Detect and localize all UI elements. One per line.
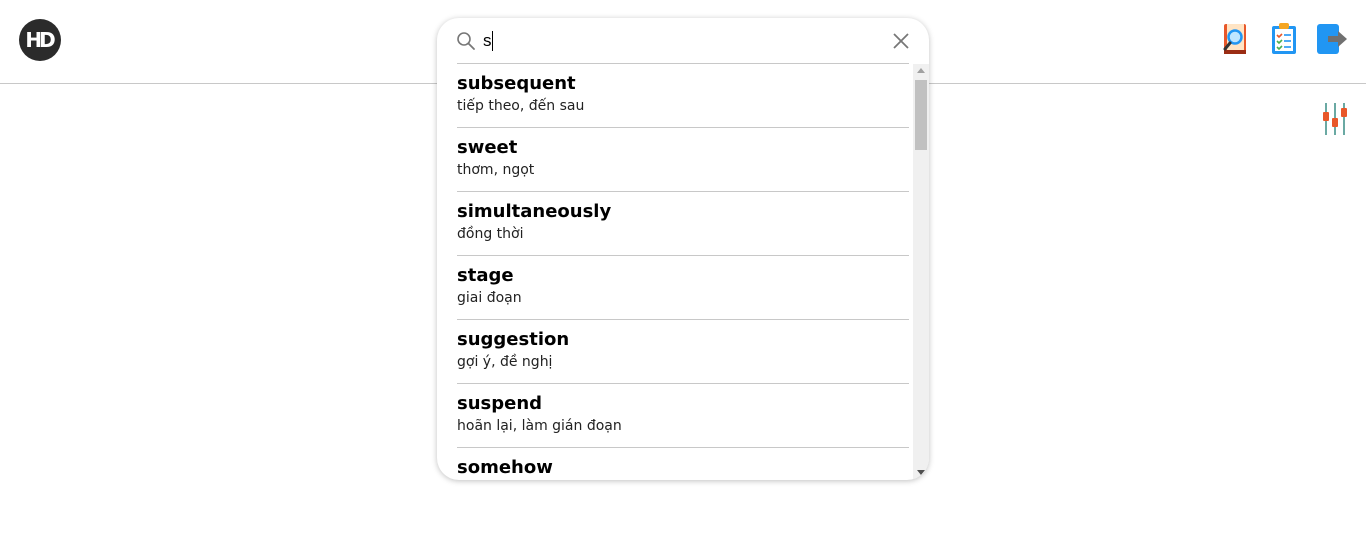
search-icon <box>457 32 475 50</box>
sliders-filter-icon[interactable] <box>1322 102 1348 136</box>
scrollbar[interactable] <box>913 64 929 480</box>
header-actions <box>1220 22 1348 56</box>
list-item[interactable]: suspend hoãn lại, làm gián đoạn <box>437 384 929 448</box>
result-meaning: gợi ý, đề nghị <box>457 354 553 370</box>
result-word: somehow <box>457 457 553 478</box>
list-item[interactable]: simultaneously đồng thời <box>437 192 929 256</box>
logout-icon[interactable] <box>1316 22 1348 56</box>
results-list: subsequent tiếp theo, đến sau sweet thơm… <box>437 64 929 480</box>
list-item[interactable]: somehow <box>437 448 929 480</box>
result-word: sweet <box>457 137 518 158</box>
close-icon[interactable] <box>891 31 911 51</box>
logo-text: HD <box>25 28 55 52</box>
result-meaning: đồng thời <box>457 226 524 242</box>
result-meaning: giai đoạn <box>457 290 522 306</box>
result-meaning: thơm, ngọt <box>457 162 535 178</box>
result-word: simultaneously <box>457 201 612 222</box>
result-word: suspend <box>457 393 543 414</box>
list-item[interactable]: sweet thơm, ngọt <box>437 128 929 192</box>
logo[interactable]: HD <box>19 19 61 61</box>
dictionary-search-icon[interactable] <box>1220 22 1252 56</box>
search-input[interactable] <box>483 28 883 54</box>
list-item[interactable]: subsequent tiếp theo, đến sau <box>437 64 929 128</box>
clipboard-checklist-icon[interactable] <box>1268 22 1300 56</box>
result-meaning: tiếp theo, đến sau <box>457 98 585 114</box>
text-caret <box>492 31 493 51</box>
list-item[interactable]: stage giai đoạn <box>437 256 929 320</box>
scroll-thumb[interactable] <box>915 80 927 150</box>
result-meaning: hoãn lại, làm gián đoạn <box>457 418 622 434</box>
search-panel: subsequent tiếp theo, đến sau sweet thơm… <box>437 18 929 480</box>
result-word: subsequent <box>457 73 576 94</box>
list-item[interactable]: suggestion gợi ý, đề nghị <box>437 320 929 384</box>
search-bar <box>437 18 929 64</box>
scroll-up-arrow-icon[interactable] <box>917 68 925 73</box>
result-word: suggestion <box>457 329 570 350</box>
scroll-down-arrow-icon[interactable] <box>917 470 925 475</box>
result-word: stage <box>457 265 514 286</box>
